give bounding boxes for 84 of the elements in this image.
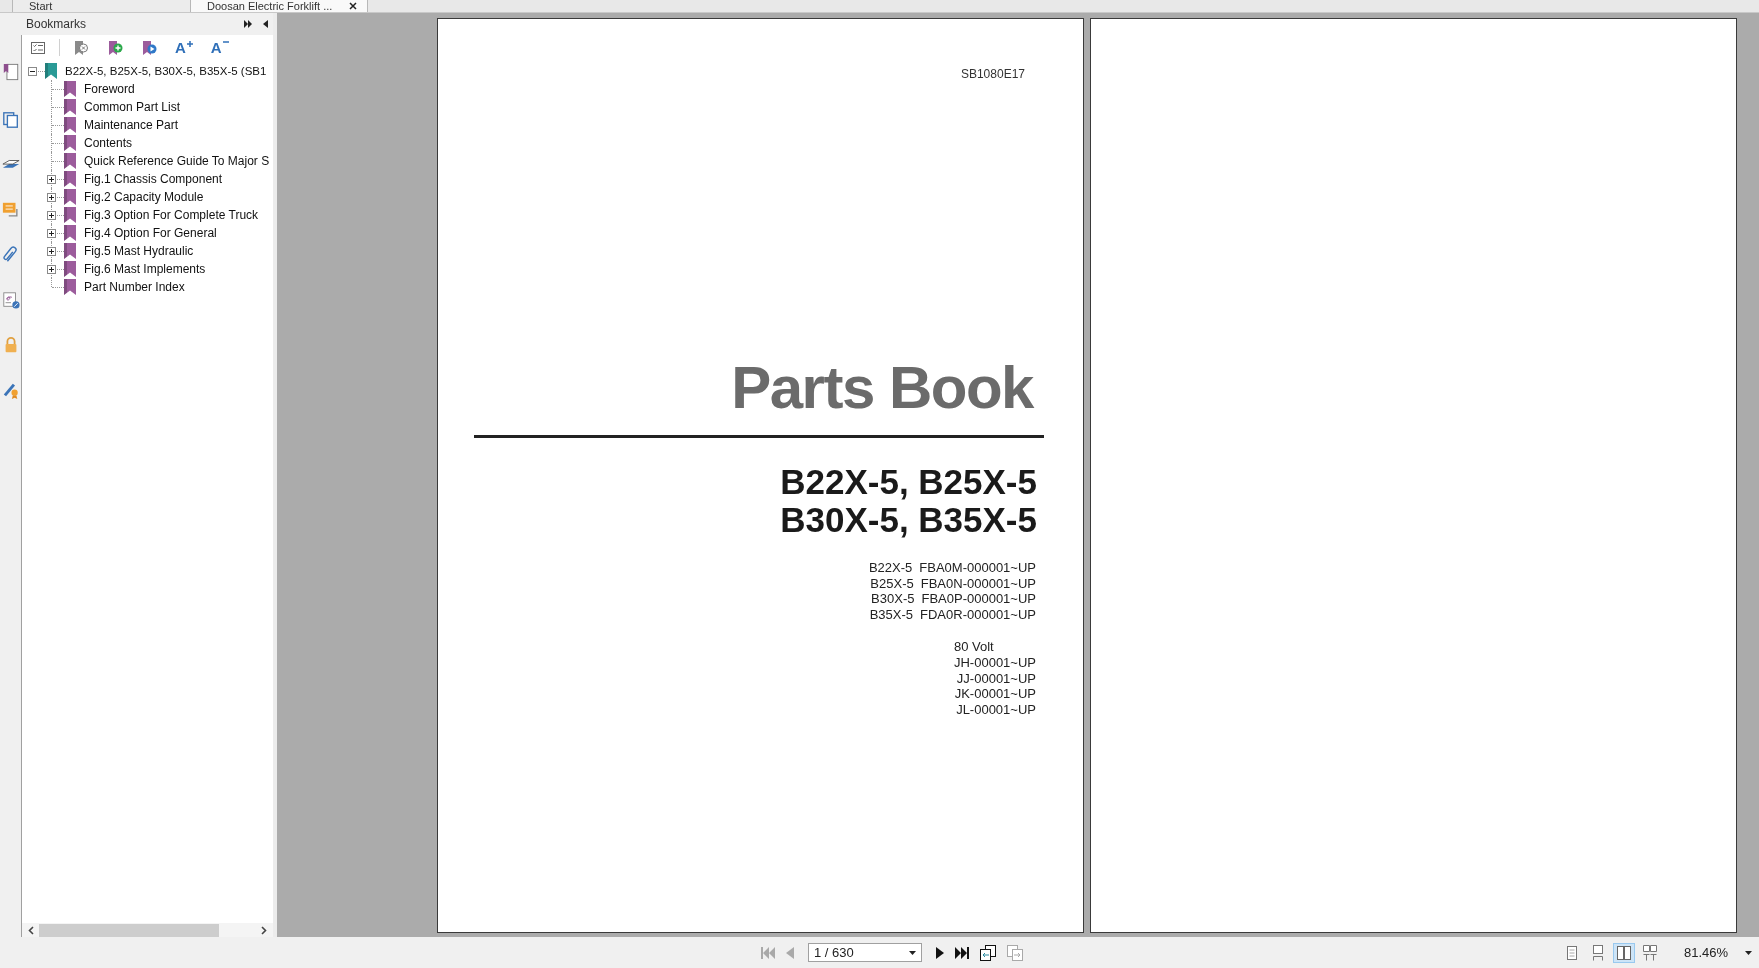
model-heading: B30X-5, B35X-5	[780, 501, 1037, 539]
bookmark-item[interactable]: Fig.6 Mast Implements	[84, 261, 206, 277]
bookmark-icon	[64, 171, 76, 187]
bookmark-icon	[64, 135, 76, 151]
expand-icon[interactable]	[47, 192, 56, 202]
model-label: B25X-5	[870, 575, 914, 592]
bookmark-icon	[64, 279, 76, 295]
last-page-icon[interactable]	[955, 946, 969, 959]
serial-range: FBA0N-000001~UP	[920, 575, 1036, 592]
bookmark-item[interactable]: B22X-5, B25X-5, B30X-5, B35X-5 (SB1	[65, 63, 267, 79]
bookmark-icon	[64, 99, 76, 115]
bookmark-icon	[45, 63, 57, 79]
voltage-label: 80 Volt	[953, 639, 994, 655]
bookmark-icon	[64, 243, 76, 259]
two-page-icon	[1617, 944, 1631, 961]
serial-range: JJ-00001~UP	[956, 670, 1036, 687]
serial-range: FBA0M-000001~UP	[919, 560, 1036, 576]
signed-document-icon[interactable]	[1, 291, 20, 309]
bookmark-arrow-icon[interactable]	[141, 39, 157, 56]
view-mode-button[interactable]	[1613, 942, 1635, 963]
bookmark-item[interactable]: Fig.1 Chassis Component	[84, 171, 223, 187]
triangle-left-icon[interactable]	[263, 20, 268, 28]
minus-icon	[222, 40, 229, 43]
serial-range: FBA0P-000001~UP	[921, 591, 1036, 607]
document-tab[interactable]: Start	[12, 0, 190, 12]
collapse-icon[interactable]	[28, 66, 37, 76]
bookmark-item[interactable]: Fig.3 Option For Complete Truck	[84, 207, 259, 223]
model-heading: B22X-5, B25X-5	[780, 463, 1037, 501]
panel-title: Bookmarks	[26, 17, 87, 31]
bookmark-icon	[64, 153, 76, 169]
bookmark-item[interactable]: Common Part List	[84, 99, 181, 115]
document-code: SB1080E17	[960, 66, 1025, 82]
continuous-pages-icon	[1591, 944, 1605, 961]
bookmark-item[interactable]: Fig.5 Mast Hydraulic	[84, 243, 194, 259]
model-label: B30X-5	[871, 591, 915, 607]
serial-range: JL-00001~UP	[956, 701, 1036, 718]
bookmark-item[interactable]: Foreword	[84, 81, 135, 97]
close-icon[interactable]	[349, 2, 357, 10]
previous-view-icon[interactable]	[980, 944, 996, 961]
bookmark-item[interactable]: Maintenance Part	[84, 117, 179, 133]
continuous-two-page-icon	[1643, 944, 1657, 961]
checklist-icon[interactable]	[30, 39, 46, 56]
caret-icon	[1745, 950, 1752, 955]
next-page-icon[interactable]	[936, 946, 944, 959]
bookmark-item[interactable]: Contents	[84, 135, 133, 151]
page-bookmark-icon[interactable]	[1, 63, 20, 81]
chevron-left-icon[interactable]	[28, 925, 34, 935]
bookmark-icon	[64, 117, 76, 133]
bookmark-delete-icon[interactable]	[73, 39, 89, 56]
double-arrow-right-icon[interactable]	[244, 20, 252, 28]
bookmark-item[interactable]: Quick Reference Guide To Major S	[84, 153, 270, 169]
bookmark-add-icon[interactable]	[107, 39, 123, 56]
page-number-field[interactable]: 1 / 630	[808, 943, 922, 962]
document-tab[interactable]: Doosan Electric Forklift ...	[190, 0, 368, 12]
model-label: B22X-5	[868, 560, 913, 576]
zoom-dropdown[interactable]: 81.46%	[1684, 945, 1752, 960]
expand-icon[interactable]	[47, 264, 56, 274]
pen-badge-icon[interactable]	[1, 381, 20, 399]
document-title: Parts Book	[731, 358, 1033, 418]
expand-icon[interactable]	[47, 174, 56, 184]
text-size-button[interactable]: A	[175, 39, 193, 56]
expand-icon[interactable]	[47, 210, 56, 220]
bookmark-icon	[64, 225, 76, 241]
bookmark-item[interactable]: Fig.4 Option For General	[84, 225, 217, 241]
bookmark-item[interactable]: Part Number Index	[84, 279, 185, 295]
scrollbar-thumb[interactable]	[39, 923, 219, 937]
plus-icon	[186, 40, 193, 47]
serial-range: FDA0R-000001~UP	[920, 606, 1036, 623]
bookmark-item[interactable]: Fig.2 Capacity Module	[84, 189, 204, 205]
pages-icon[interactable]	[1, 111, 20, 129]
bookmark-icon	[64, 207, 76, 223]
serial-range: JK-00001~UP	[954, 686, 1036, 702]
expand-icon[interactable]	[47, 228, 56, 238]
expand-icon[interactable]	[47, 246, 56, 256]
single-page-icon	[1565, 944, 1579, 961]
serial-range: JH-00001~UP	[953, 654, 1036, 671]
bookmark-icon	[64, 189, 76, 205]
model-label: B35X-5	[869, 606, 913, 623]
bookmark-icon	[64, 81, 76, 97]
text-size-button[interactable]: A	[210, 39, 229, 56]
bookmark-icon	[64, 261, 76, 277]
paperclip-icon[interactable]	[1, 246, 20, 264]
caret-icon	[909, 950, 916, 955]
chevron-right-icon[interactable]	[261, 925, 267, 935]
